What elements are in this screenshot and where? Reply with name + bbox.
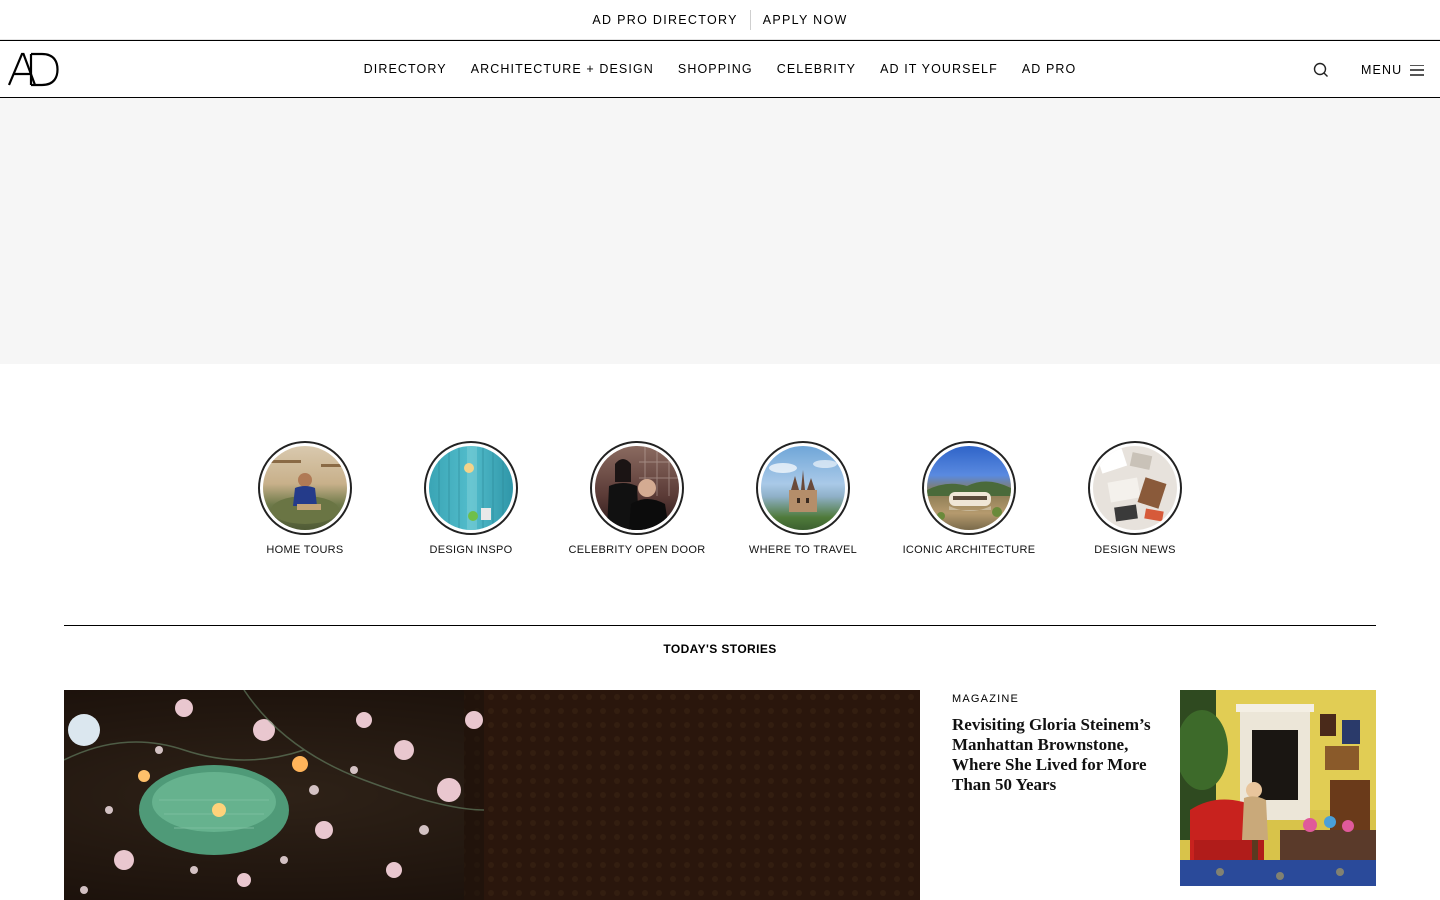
stories-section-title: TODAY'S STORIES — [663, 642, 777, 656]
story-kicker[interactable]: MAGAZINE — [952, 693, 1152, 705]
nav-architecture-design[interactable]: ARCHITECTURE + DESIGN — [471, 62, 654, 76]
category-label: HOME TOURS — [266, 544, 344, 556]
menu-button[interactable]: MENU — [1361, 60, 1425, 80]
category-home-tours[interactable]: HOME TOURS — [222, 441, 388, 561]
nav-directory[interactable]: DIRECTORY — [364, 62, 447, 76]
category-label: DESIGN INSPO — [429, 544, 513, 556]
category-thumbnail — [258, 441, 352, 535]
category-thumbnail — [590, 441, 684, 535]
category-label: CELEBRITY OPEN DOOR — [568, 544, 706, 556]
category-label: DESIGN NEWS — [1094, 544, 1176, 556]
category-label: WHERE TO TRAVEL — [748, 544, 858, 556]
category-label: ICONIC ARCHITECTURE — [902, 544, 1036, 556]
ad-pro-directory-link[interactable]: AD PRO DIRECTORY — [580, 10, 749, 30]
hero-story-image[interactable] — [64, 690, 920, 900]
hamburger-icon — [1410, 64, 1425, 76]
menu-label: MENU — [1361, 63, 1403, 77]
category-design-news[interactable]: DESIGN NEWS — [1052, 441, 1218, 561]
search-button[interactable] — [1311, 60, 1331, 80]
apply-now-link[interactable]: APPLY NOW — [751, 10, 860, 30]
story-headline[interactable]: Revisiting Gloria Steinem’s Manhattan Br… — [952, 715, 1152, 795]
stories-divider — [64, 625, 1376, 626]
side-story-image[interactable] — [1180, 690, 1376, 886]
nav-ad-pro[interactable]: AD PRO — [1022, 62, 1077, 76]
category-thumbnail — [922, 441, 1016, 535]
ad-slot — [0, 98, 1440, 364]
nav-celebrity[interactable]: CELEBRITY — [777, 62, 856, 76]
nav-ad-it-yourself[interactable]: AD IT YOURSELF — [880, 62, 998, 76]
search-icon — [1313, 62, 1328, 77]
side-story: MAGAZINE Revisiting Gloria Steinem’s Man… — [952, 690, 1152, 795]
utility-bar: AD PRO DIRECTORY APPLY NOW — [0, 0, 1440, 40]
category-celebrity-open-door[interactable]: CELEBRITY OPEN DOOR — [554, 441, 720, 561]
category-where-to-travel[interactable]: WHERE TO TRAVEL — [720, 441, 886, 561]
nav-shopping[interactable]: SHOPPING — [678, 62, 753, 76]
category-thumbnail — [756, 441, 850, 535]
primary-nav: DIRECTORY ARCHITECTURE + DESIGN SHOPPING… — [0, 41, 1440, 97]
main-nav: DIRECTORY ARCHITECTURE + DESIGN SHOPPING… — [0, 40, 1440, 98]
category-iconic-architecture[interactable]: ICONIC ARCHITECTURE — [886, 441, 1052, 561]
category-strip: HOME TOURS DESIGN INSPO CELEBRITY OPEN D… — [222, 441, 1218, 561]
category-thumbnail — [1088, 441, 1182, 535]
category-design-inspo[interactable]: DESIGN INSPO — [388, 441, 554, 561]
category-thumbnail — [424, 441, 518, 535]
